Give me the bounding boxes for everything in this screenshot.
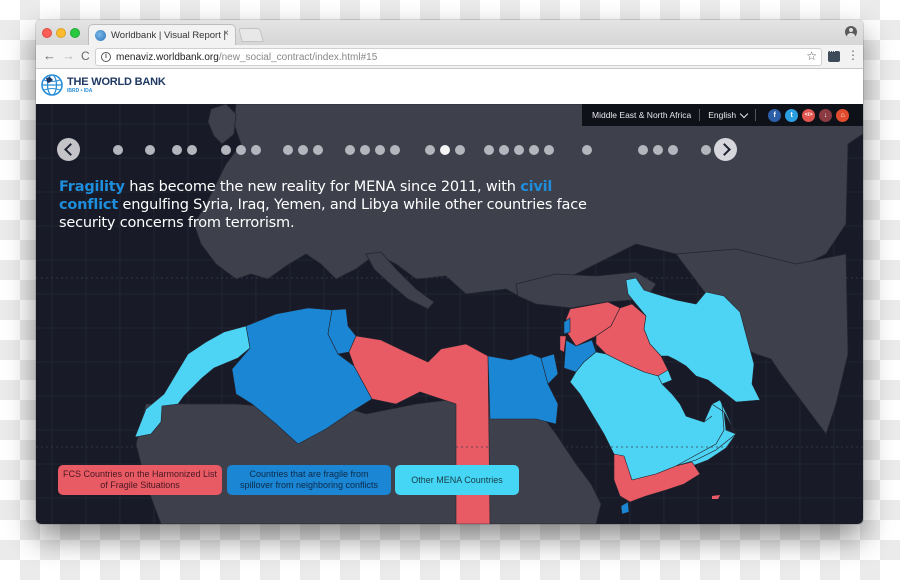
- worldbank-globe-icon: [95, 29, 106, 41]
- country-lebanon[interactable]: [563, 317, 571, 335]
- language-label: English: [708, 110, 737, 120]
- browser-toolbar: ← → C i menaviz.worldbank.org/new_social…: [36, 45, 863, 69]
- pager-dot[interactable]: [425, 145, 435, 155]
- facebook-icon[interactable]: f: [768, 108, 782, 122]
- logo-subtitle: IBRD • IDA: [67, 88, 93, 94]
- world-bank-logo[interactable]: THE WORLD BANK IBRD • IDA: [41, 74, 166, 96]
- twitter-icon[interactable]: t: [785, 108, 799, 122]
- logo-name: THE WORLD BANK: [67, 76, 166, 88]
- pager-dot[interactable]: [113, 145, 123, 155]
- chevron-down-icon: [739, 109, 749, 118]
- world-bank-globe-icon: [41, 74, 63, 96]
- url-text[interactable]: menaviz.worldbank.org/new_social_contrac…: [116, 52, 377, 63]
- browser-menu-icon[interactable]: ⋮: [847, 48, 859, 62]
- pager-dot[interactable]: [440, 145, 450, 155]
- pager-dot[interactable]: [514, 145, 524, 155]
- pager-dot[interactable]: [251, 145, 261, 155]
- slide-headline: Fragility has become the new reality for…: [59, 178, 599, 232]
- map-stage: Middle East & North Africa English f t <…: [36, 104, 863, 524]
- back-arrow-icon[interactable]: ←: [43, 48, 56, 64]
- headline-text-2: engulfing Syria, Iraq, Yemen, and Libya …: [59, 197, 587, 231]
- pager-dot[interactable]: [145, 145, 155, 155]
- pager-dot[interactable]: [313, 145, 323, 155]
- pager-dot[interactable]: [668, 145, 678, 155]
- pager-dot[interactable]: [499, 145, 509, 155]
- pager-dot[interactable]: [172, 145, 182, 155]
- legend-other-mena-countries[interactable]: Other MENA Countries: [395, 465, 519, 495]
- minimize-window-button[interactable]: [56, 28, 66, 38]
- legend-fcs-countries[interactable]: FCS Countries on the Harmonized List of F…: [58, 465, 222, 495]
- tab-close-icon[interactable]: ×: [223, 28, 229, 39]
- pager-dot[interactable]: [345, 145, 355, 155]
- pager-dot[interactable]: [298, 145, 308, 155]
- site-header: THE WORLD BANK IBRD • IDA: [36, 69, 863, 104]
- legend-spillover-countries[interactable]: Countries that are fragile from spillover…: [227, 465, 391, 495]
- top-nav-bar: Middle East & North Africa English f t <…: [582, 104, 863, 126]
- headline-text-1: has become the new reality for MENA sinc…: [124, 179, 521, 195]
- island-socotra: [712, 495, 720, 499]
- download-icon[interactable]: ↓: [819, 108, 833, 122]
- bookmark-star-icon[interactable]: ☆: [806, 49, 817, 63]
- info-icon[interactable]: i: [101, 52, 111, 62]
- pager-dot[interactable]: [283, 145, 293, 155]
- previous-slide-button[interactable]: [57, 138, 80, 161]
- embed-code-icon[interactable]: </>: [802, 108, 816, 122]
- pager-dot[interactable]: [544, 145, 554, 155]
- pager-dot[interactable]: [360, 145, 370, 155]
- address-bar[interactable]: i menaviz.worldbank.org/new_social_contr…: [95, 48, 822, 66]
- legend-fcs-line2: of Fragile Situations: [100, 480, 180, 490]
- profile-icon[interactable]: [845, 26, 857, 38]
- browser-window: Worldbank | Visual Report | W × ← → C i …: [36, 20, 863, 524]
- home-icon[interactable]: ⌂: [836, 108, 850, 122]
- forward-arrow-icon[interactable]: →: [62, 48, 75, 64]
- reload-icon[interactable]: C: [81, 48, 90, 64]
- pager-dot[interactable]: [221, 145, 231, 155]
- pager-dot[interactable]: [236, 145, 246, 155]
- country-djibouti[interactable]: [620, 501, 630, 515]
- highlight-fragility: Fragility: [59, 179, 125, 195]
- pager-dot[interactable]: [390, 145, 400, 155]
- maximize-window-button[interactable]: [70, 28, 80, 38]
- pager-dot[interactable]: [187, 145, 197, 155]
- pager-dot[interactable]: [582, 145, 592, 155]
- pager-dot[interactable]: [455, 145, 465, 155]
- close-window-button[interactable]: [42, 28, 52, 38]
- legend-other-label: Other MENA Countries: [411, 474, 503, 485]
- pager-dot[interactable]: [638, 145, 648, 155]
- pager-dot[interactable]: [653, 145, 663, 155]
- legend-spillover-line1: Countries that are fragile from: [249, 469, 369, 479]
- url-path: /new_social_contract/index.html#15: [218, 51, 378, 63]
- tab-title: Worldbank | Visual Report | W: [111, 29, 226, 41]
- divider: [699, 109, 701, 121]
- pager-dot[interactable]: [529, 145, 539, 155]
- pager-dot[interactable]: [375, 145, 385, 155]
- pager-dot[interactable]: [701, 145, 711, 155]
- divider: [755, 109, 757, 121]
- new-tab-button[interactable]: [238, 28, 264, 42]
- mena-map: [36, 104, 863, 524]
- tab-strip: Worldbank | Visual Report | W ×: [36, 20, 863, 45]
- legend-fcs-line1: FCS Countries on the Harmonized List: [62, 469, 218, 479]
- pager-dot[interactable]: [484, 145, 494, 155]
- extension-icon[interactable]: [828, 46, 840, 62]
- legend-spillover-line2: spillover from neighboring conflicts: [239, 480, 379, 490]
- next-slide-button[interactable]: [714, 138, 737, 161]
- browser-tab[interactable]: Worldbank | Visual Report | W ×: [88, 24, 236, 45]
- language-selector[interactable]: English: [708, 109, 749, 120]
- region-selector[interactable]: Middle East & North Africa: [592, 110, 691, 120]
- land-britain: [207, 104, 237, 145]
- url-host: menaviz.worldbank.org: [116, 51, 219, 63]
